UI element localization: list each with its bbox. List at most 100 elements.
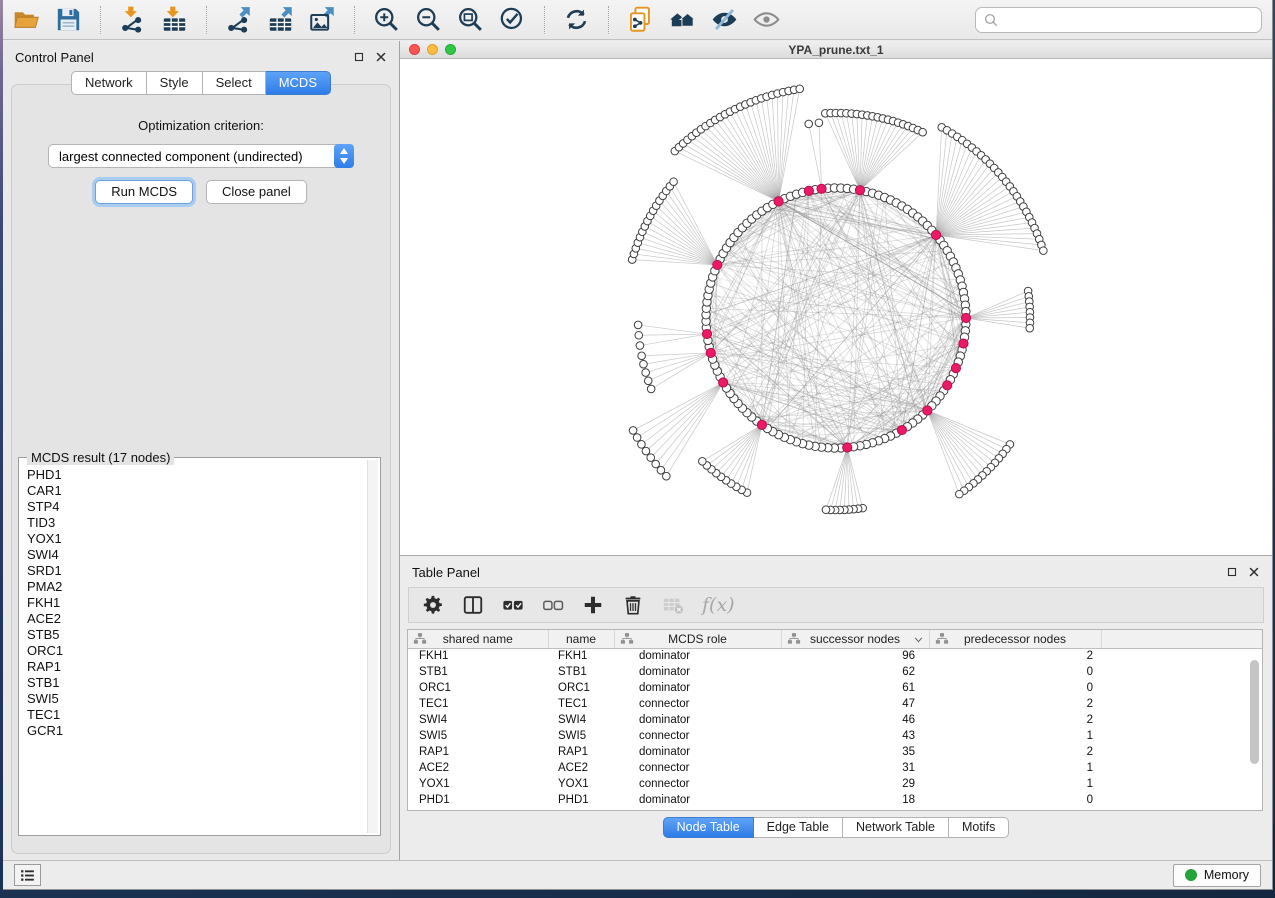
run-mcds-button[interactable]: Run MCDS <box>95 180 193 204</box>
export-network-icon[interactable] <box>225 6 252 33</box>
maximize-window-icon[interactable] <box>445 44 456 55</box>
mcds-result-node[interactable]: FKH1 <box>27 595 364 611</box>
table-cell[interactable]: RAP1 <box>408 744 548 760</box>
sort-descending-icon[interactable] <box>912 633 925 646</box>
mcds-result-node[interactable]: SWI4 <box>27 547 364 563</box>
table-cell[interactable]: dominator <box>614 792 781 808</box>
table-cell[interactable]: RAP1 <box>548 744 614 760</box>
table-cell[interactable]: connector <box>614 696 781 712</box>
network-canvas[interactable] <box>400 59 1272 555</box>
column-header-successor-nodes[interactable]: successor nodes <box>781 630 929 648</box>
mcds-result-node[interactable]: SWI5 <box>27 691 364 707</box>
float-panel-icon[interactable] <box>353 51 365 63</box>
search-input[interactable] <box>999 12 1254 27</box>
mcds-result-node[interactable]: ORC1 <box>27 643 364 659</box>
table-cell[interactable]: dominator <box>614 648 781 664</box>
mcds-result-node[interactable]: SRD1 <box>27 563 364 579</box>
table-cell[interactable]: SWI4 <box>548 712 614 728</box>
export-table-icon[interactable] <box>267 6 294 33</box>
gear-icon[interactable] <box>422 594 444 616</box>
table-cell[interactable]: ORC1 <box>548 680 614 696</box>
criterion-select[interactable]: largest connected component (undirected) <box>48 144 354 168</box>
table-cell[interactable]: 1 <box>929 760 1101 776</box>
table-cell[interactable]: 1 <box>929 728 1101 744</box>
table-cell[interactable]: dominator <box>614 744 781 760</box>
table-cell[interactable]: 1 <box>929 776 1101 792</box>
table-cell[interactable]: 0 <box>929 664 1101 680</box>
column-header-predecessor-nodes[interactable]: predecessor nodes <box>929 630 1101 648</box>
table-scrollbar[interactable] <box>1250 660 1259 764</box>
uncheck-pair-icon[interactable] <box>542 594 564 616</box>
table-cell[interactable]: 35 <box>781 744 929 760</box>
table-cell[interactable]: 2 <box>929 696 1101 712</box>
table-cell[interactable]: SWI4 <box>408 712 548 728</box>
close-panel-button[interactable]: Close panel <box>206 180 307 204</box>
table-row[interactable]: ACE2ACE2connector311 <box>408 760 1262 776</box>
zoom-fit-icon[interactable] <box>457 6 484 33</box>
table-cell[interactable]: 0 <box>929 792 1101 808</box>
import-table-icon[interactable] <box>161 6 188 33</box>
close-panel-icon[interactable] <box>1248 566 1260 578</box>
table-cell[interactable]: STB1 <box>548 664 614 680</box>
table-row[interactable]: PHD1PHD1dominator180 <box>408 792 1262 808</box>
table-cell[interactable]: 29 <box>781 776 929 792</box>
table-cell[interactable]: 2 <box>929 712 1101 728</box>
table-cell[interactable]: SWI5 <box>548 728 614 744</box>
zoom-out-icon[interactable] <box>415 6 442 33</box>
search-box[interactable] <box>975 7 1262 33</box>
float-panel-icon[interactable] <box>1226 566 1238 578</box>
plus-icon[interactable] <box>582 594 604 616</box>
table-cell[interactable]: 18 <box>781 792 929 808</box>
minimize-window-icon[interactable] <box>427 44 438 55</box>
table-cell[interactable]: 47 <box>781 696 929 712</box>
table-cell[interactable]: 96 <box>781 648 929 664</box>
tab-network-table[interactable]: Network Table <box>843 817 949 838</box>
table-cell[interactable]: 2 <box>929 648 1101 664</box>
table-cell[interactable]: ACE2 <box>548 760 614 776</box>
hide-eye-icon[interactable] <box>711 6 738 33</box>
table-cell[interactable]: 46 <box>781 712 929 728</box>
table-cell[interactable]: SWI5 <box>408 728 548 744</box>
table-cell[interactable]: connector <box>614 776 781 792</box>
table-cell[interactable]: ACE2 <box>408 760 548 776</box>
task-history-button[interactable] <box>14 864 41 886</box>
mcds-result-node[interactable]: STP4 <box>27 499 364 515</box>
memory-button[interactable]: Memory <box>1173 864 1261 887</box>
clone-network-icon[interactable] <box>627 6 654 33</box>
table-cell[interactable]: dominator <box>614 680 781 696</box>
export-image-icon[interactable] <box>309 6 336 33</box>
mcds-result-node[interactable]: TID3 <box>27 515 364 531</box>
table-cell[interactable]: STB1 <box>408 664 548 680</box>
table-cell[interactable]: FKH1 <box>408 648 548 664</box>
columns-icon[interactable] <box>462 594 484 616</box>
table-cell[interactable]: connector <box>614 760 781 776</box>
table-cell[interactable]: 43 <box>781 728 929 744</box>
result-scrollbar[interactable] <box>367 460 378 833</box>
refresh-icon[interactable] <box>563 6 590 33</box>
tab-mcds[interactable]: MCDS <box>266 71 331 95</box>
zoom-selected-icon[interactable] <box>499 6 526 33</box>
mcds-result-node[interactable]: PMA2 <box>27 579 364 595</box>
mcds-result-node[interactable]: STB5 <box>27 627 364 643</box>
tab-node-table[interactable]: Node Table <box>663 817 754 838</box>
trash-icon[interactable] <box>622 594 644 616</box>
mcds-result-node[interactable]: PHD1 <box>27 467 364 483</box>
table-cell[interactable]: PHD1 <box>548 792 614 808</box>
show-eye-icon[interactable] <box>753 6 780 33</box>
mcds-result-node[interactable]: ACE2 <box>27 611 364 627</box>
mcds-result-node[interactable]: STB1 <box>27 675 364 691</box>
table-cell[interactable]: connector <box>614 728 781 744</box>
table-cell[interactable]: dominator <box>614 664 781 680</box>
table-row[interactable]: RAP1RAP1dominator352 <box>408 744 1262 760</box>
table-cell[interactable]: 31 <box>781 760 929 776</box>
mcds-result-node[interactable]: YOX1 <box>27 531 364 547</box>
tab-edge-table[interactable]: Edge Table <box>754 817 843 838</box>
table-cell[interactable]: TEC1 <box>548 696 614 712</box>
check-pair-icon[interactable] <box>502 594 524 616</box>
import-network-icon[interactable] <box>119 6 146 33</box>
table-cell[interactable]: YOX1 <box>408 776 548 792</box>
open-folder-icon[interactable] <box>13 6 40 33</box>
tab-select[interactable]: Select <box>203 71 266 95</box>
table-row[interactable]: ORC1ORC1dominator610 <box>408 680 1262 696</box>
tab-style[interactable]: Style <box>147 71 203 95</box>
